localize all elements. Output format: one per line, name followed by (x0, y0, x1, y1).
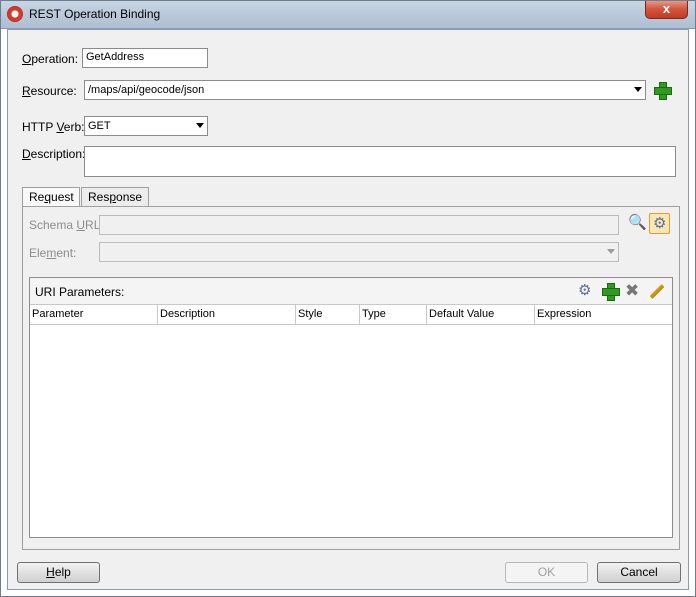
window-title: REST Operation Binding (29, 7, 161, 21)
add-resource-plus-icon[interactable] (654, 82, 672, 100)
ok-button[interactable]: OK (505, 562, 588, 583)
http-verb-value: GET (88, 120, 111, 132)
add-parameter-plus-icon[interactable] (602, 283, 620, 301)
close-button[interactable]: x (645, 0, 688, 19)
operation-label: Operation: (22, 52, 79, 66)
column-header-style[interactable]: Style (296, 305, 360, 325)
generate-gear-icon[interactable]: ⚙ (578, 283, 594, 299)
http-verb-label: HTTP Verb: (22, 120, 85, 134)
column-header-description[interactable]: Description (158, 305, 296, 325)
http-verb-select[interactable]: GET (84, 116, 208, 136)
operation-input[interactable]: GetAddress (82, 48, 208, 68)
tab-request[interactable]: Request (22, 187, 80, 207)
element-label: Element: (29, 246, 77, 260)
resource-value: /maps/api/geocode/json (88, 84, 205, 96)
app-icon (7, 6, 23, 22)
gear-icon: ⚙ (653, 215, 667, 232)
schema-settings-button[interactable]: ⚙ (649, 213, 670, 234)
element-combo[interactable] (99, 242, 619, 262)
cancel-button[interactable]: Cancel (597, 562, 681, 583)
delete-parameter-icon[interactable]: ✖ (625, 282, 641, 299)
schema-url-label: Schema URL: (29, 218, 104, 232)
uri-parameters-title: URI Parameters: (35, 285, 125, 299)
title-bar: REST Operation Binding x (0, 0, 696, 29)
chevron-down-icon[interactable] (196, 123, 204, 128)
column-header-parameter[interactable]: Parameter (30, 305, 158, 325)
tab-response[interactable]: Response (81, 187, 149, 206)
description-input[interactable] (84, 146, 676, 177)
edit-pencil-icon[interactable] (648, 283, 665, 299)
column-header-type[interactable]: Type (360, 305, 427, 325)
help-button[interactable]: Help (17, 562, 100, 583)
resource-label: Resource: (22, 84, 77, 98)
chevron-down-icon[interactable] (607, 249, 615, 254)
uri-parameters-table: URI Parameters: ⚙ ✖ Parameter Descriptio… (29, 277, 673, 538)
uri-parameters-toolbar: URI Parameters: ⚙ ✖ (30, 278, 672, 305)
description-label: Description: (22, 147, 86, 161)
column-header-expression[interactable]: Expression (535, 305, 672, 325)
chevron-down-icon[interactable] (634, 87, 642, 92)
column-header-default-value[interactable]: Default Value (427, 305, 535, 325)
schema-url-input[interactable] (99, 215, 619, 235)
resource-combo[interactable]: /maps/api/geocode/json (84, 80, 646, 100)
search-icon[interactable]: 🔍 (628, 215, 647, 231)
